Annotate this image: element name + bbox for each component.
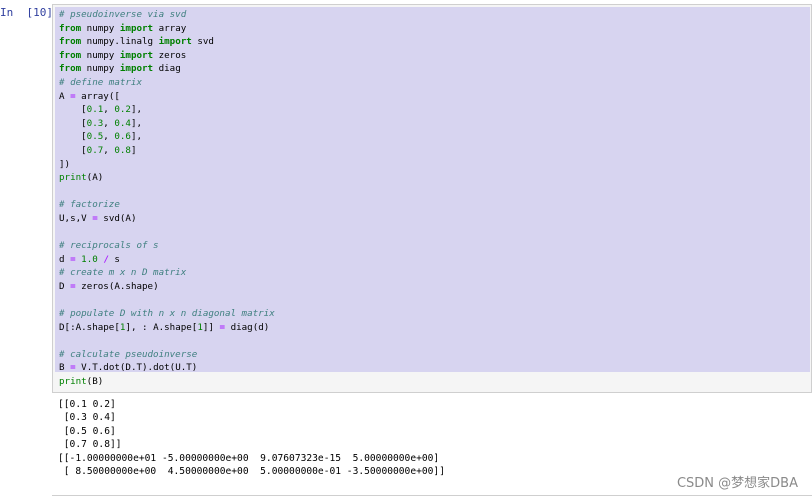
code-line: # calculate pseudoinverse — [59, 348, 275, 362]
code-token: ], — [130, 117, 143, 129]
code-line: # factorize — [59, 198, 275, 212]
code-line: [0.3, 0.4], — [59, 117, 275, 131]
code-token: array — [153, 22, 187, 34]
code-token: from — [59, 63, 82, 75]
code-token: import — [119, 63, 154, 75]
code-token: ], — [130, 131, 143, 143]
code-selection[interactable]: # pseudoinverse via svd from numpy import… — [55, 7, 810, 387]
code-token: # create m x n D matrix — [59, 267, 187, 279]
code-token: D[:A.shape[ — [59, 321, 120, 333]
code-token: numpy — [81, 63, 120, 75]
code-line: [0.5, 0.6], — [59, 130, 275, 144]
code-token: 0.6 — [114, 131, 131, 143]
code-token: import — [119, 22, 154, 34]
code-line: [0.7, 0.8] — [59, 144, 275, 158]
code-token: from — [59, 49, 82, 61]
code-line: [0.1, 0.2], — [59, 103, 275, 117]
code-token: # pseudoinverse via svd — [59, 9, 187, 20]
code-token: D — [59, 280, 71, 292]
code-token: array([ — [75, 90, 120, 102]
code-token: V.T.dot(D.T).dot(U.T) — [75, 362, 198, 374]
code-token: print — [59, 376, 87, 388]
next-cell-border — [52, 495, 812, 499]
code-token: 0.2 — [114, 104, 131, 116]
cell-output: [[0.1 0.2] [0.3 0.4] [0.5 0.6] [0.7 0.8]… — [58, 399, 445, 478]
code-token: [ — [59, 131, 87, 143]
code-token: diag(d) — [225, 321, 270, 333]
code-token: # factorize — [59, 199, 120, 211]
code-token: d — [59, 253, 71, 265]
code-token: numpy — [81, 49, 120, 61]
code-token: ]) — [59, 158, 71, 170]
code-token: s — [108, 253, 120, 265]
code-token: 0.3 — [86, 117, 104, 129]
code-token: 0.1 — [86, 104, 104, 116]
code-line: print(A) — [59, 171, 275, 185]
code-token: import — [158, 36, 192, 48]
code-token: ], : A.shape[ — [125, 321, 198, 333]
code-line: from numpy import diag — [59, 62, 275, 76]
code-token: , — [103, 117, 115, 129]
code-token: (B) — [86, 376, 104, 388]
code-token: # reciprocals of s — [59, 240, 159, 252]
code-token: svd — [191, 36, 214, 48]
code-token: A — [59, 90, 71, 102]
code-token: [ — [59, 117, 87, 129]
code-token: [ — [59, 144, 87, 156]
code-token: 1.0 — [81, 253, 98, 265]
code-token: , — [103, 131, 115, 143]
code-line: # populate D with n x n diagonal matrix — [59, 307, 275, 321]
code-token: ], — [130, 104, 143, 116]
code-cell[interactable]: # pseudoinverse via svd from numpy import… — [52, 4, 812, 393]
code-line: D = zeros(A.shape) — [59, 280, 275, 294]
code-token: 0.5 — [86, 131, 104, 143]
code-line: d = 1.0 / s — [59, 253, 275, 267]
code-token: diag — [153, 63, 181, 75]
code-token: print — [59, 172, 87, 184]
code-line: U,s,V = svd(A) — [59, 212, 275, 226]
code-line: from numpy import array — [59, 22, 275, 36]
code-token: svd(A) — [97, 212, 137, 224]
code-line: # reciprocals of s — [59, 239, 275, 253]
code-line: D[:A.shape[1], : A.shape[1]] = diag(d) — [59, 321, 275, 335]
cell-prompt: In [10]: — [0, 6, 60, 19]
watermark: CSDN @梦想家DBA — [676, 476, 798, 491]
code-token: from — [59, 36, 82, 48]
code-token: ]] — [202, 321, 220, 333]
code-token: numpy — [81, 22, 120, 34]
code-token: # populate D with n x n diagonal matrix — [59, 308, 275, 320]
code-token: numpy.linalg — [81, 36, 159, 48]
code-line: from numpy.linalg import svd — [59, 35, 275, 49]
code-token: # calculate pseudoinverse — [59, 348, 198, 360]
code-line: # define matrix — [59, 76, 275, 90]
code-token: 0.8 — [114, 144, 131, 156]
code-token: # define matrix — [59, 76, 142, 88]
code-line: ]) — [59, 158, 275, 172]
code-token: , — [103, 104, 115, 116]
code-line: A = array([ — [59, 90, 275, 104]
code-line: B = V.T.dot(D.T).dot(U.T) — [59, 361, 275, 375]
code-token: zeros — [153, 49, 187, 61]
code-token: zeros(A.shape) — [75, 280, 159, 292]
code-token: from — [59, 22, 82, 34]
code-line: # create m x n D matrix — [59, 266, 275, 280]
code-line: print(B) — [59, 375, 275, 389]
code-token: (A) — [86, 172, 104, 184]
code-editor[interactable]: # pseudoinverse via svd from numpy import… — [59, 8, 275, 389]
code-line: from numpy import zeros — [59, 49, 275, 63]
code-token: ] — [130, 144, 137, 156]
code-token: 0.4 — [114, 117, 131, 129]
code-token: B — [59, 362, 71, 374]
code-token: [ — [59, 104, 87, 116]
code-token: U,s,V — [59, 212, 93, 224]
code-token: , — [103, 144, 115, 156]
code-line: # pseudoinverse via svd — [59, 8, 275, 22]
code-token: import — [119, 49, 154, 61]
code-token: 0.7 — [86, 144, 104, 156]
